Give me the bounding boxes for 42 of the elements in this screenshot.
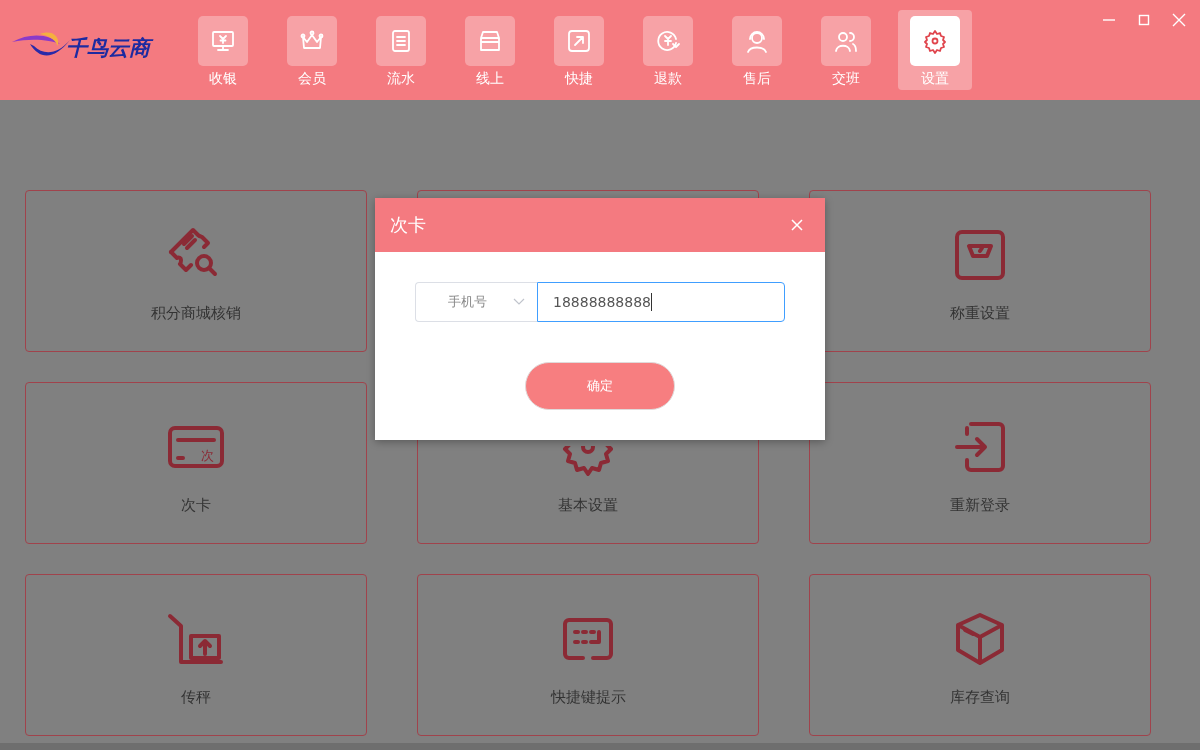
people-icon bbox=[821, 16, 871, 66]
card-label: 库存查询 bbox=[950, 688, 1010, 707]
card-label: 传秤 bbox=[181, 688, 211, 707]
nav-tab[interactable]: 退款 bbox=[631, 10, 705, 90]
maximize-icon[interactable] bbox=[1137, 13, 1151, 27]
headset-person-icon bbox=[732, 16, 782, 66]
dialog-title: 次卡 bbox=[390, 213, 426, 237]
card-label: 快捷键提示 bbox=[550, 688, 626, 707]
monitor-icon bbox=[198, 16, 248, 66]
nav-tab[interactable]: 快捷 bbox=[542, 10, 616, 90]
card-label: 次卡 bbox=[181, 496, 211, 515]
crown-icon bbox=[287, 16, 337, 66]
menu-card[interactable]: 称重设置 bbox=[809, 190, 1151, 352]
arrow-box-icon bbox=[554, 16, 604, 66]
close-icon[interactable] bbox=[1172, 13, 1186, 27]
list-icon bbox=[376, 16, 426, 66]
nav-tab[interactable]: 收银 bbox=[186, 10, 260, 90]
nav-tab[interactable]: 交班 bbox=[809, 10, 883, 90]
shop-icon bbox=[465, 16, 515, 66]
nav-tab[interactable]: 流水 bbox=[364, 10, 438, 90]
card-label: 基本设置 bbox=[558, 496, 618, 515]
menu-card[interactable]: 库存查询 bbox=[809, 574, 1151, 736]
chevron-down-icon bbox=[513, 298, 525, 306]
nav-tab[interactable]: 线上 bbox=[453, 10, 527, 90]
coin-return-icon bbox=[643, 16, 693, 66]
card-mark-text: 次 bbox=[200, 448, 214, 463]
settings-icon bbox=[910, 16, 960, 66]
menu-card[interactable]: 积分商城核销 bbox=[25, 190, 367, 352]
close-icon[interactable] bbox=[791, 219, 803, 231]
confirm-button[interactable]: 确定 bbox=[525, 362, 675, 410]
phone-input-field[interactable]: 18888888888 bbox=[537, 282, 785, 322]
nav-tab[interactable]: 会员 bbox=[275, 10, 349, 90]
menu-card[interactable]: 重新登录 bbox=[809, 382, 1151, 544]
menu-card[interactable]: 次 次卡 bbox=[25, 382, 367, 544]
menu-card[interactable]: 传秤 bbox=[25, 574, 367, 736]
menu-card[interactable]: 快捷键提示 bbox=[417, 574, 759, 736]
nav-tab[interactable]: 售后 bbox=[720, 10, 794, 90]
card-label: 重新登录 bbox=[950, 496, 1010, 515]
nav-tab[interactable]: 设置 bbox=[898, 10, 972, 90]
type-select[interactable]: 手机号 bbox=[415, 282, 537, 322]
card-label: 积分商城核销 bbox=[151, 304, 241, 323]
card-label: 称重设置 bbox=[950, 304, 1010, 323]
